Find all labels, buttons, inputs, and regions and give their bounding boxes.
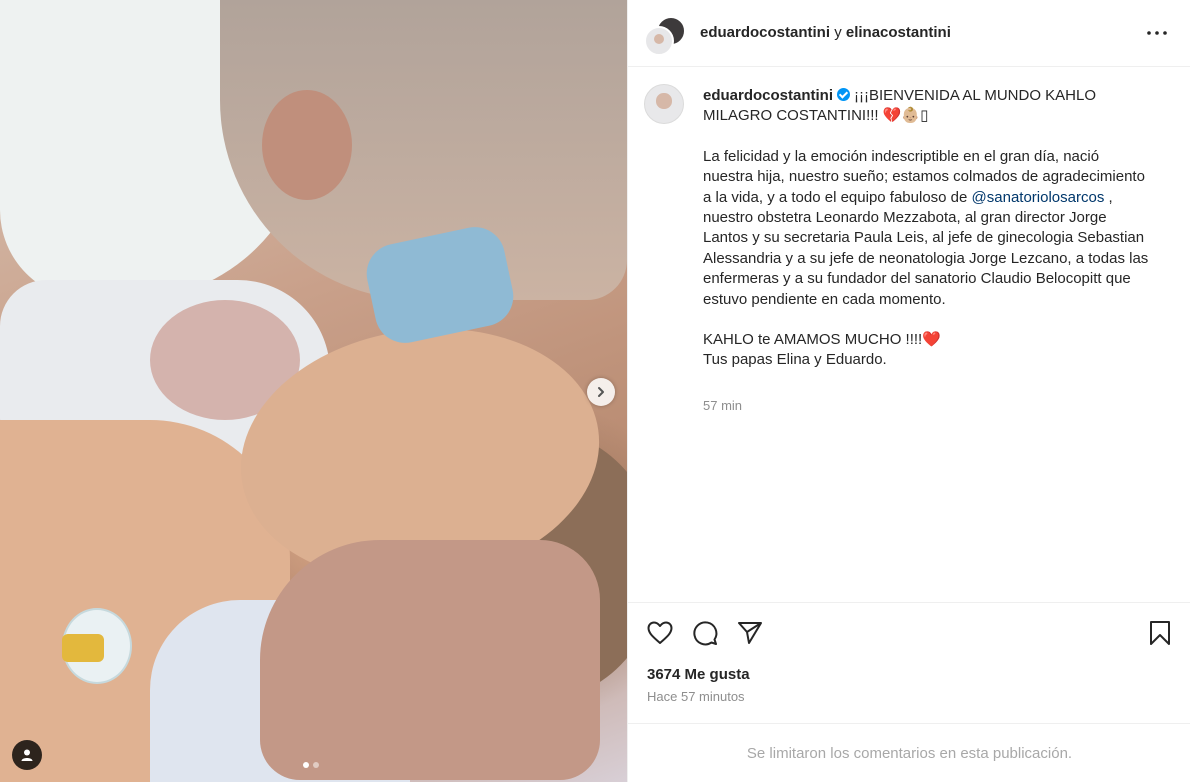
- caption-username-link[interactable]: eduardocostantini: [703, 87, 833, 104]
- carousel-dot: [313, 762, 319, 768]
- caption-body-after: , nuestro obstetra Leonardo Mezzabota, a…: [703, 188, 1149, 308]
- comments-footer: Se limitaron los comentarios en esta pub…: [628, 723, 1190, 783]
- caption-title-para: eduardocostantini ¡¡¡BIENVENIDA AL MUNDO …: [703, 86, 1153, 127]
- more-horizontal-icon: [1147, 31, 1167, 35]
- action-bar: [628, 602, 1190, 661]
- comments-disabled-text: Se limitaron los comentarios en esta pub…: [746, 745, 1073, 762]
- save-button[interactable]: [1146, 619, 1174, 647]
- comment-icon: [693, 621, 718, 646]
- next-slide-button[interactable]: [587, 378, 615, 406]
- carousel-dot-active: [303, 762, 309, 768]
- father-hand: [260, 540, 600, 780]
- avatar-eduardo[interactable]: [644, 26, 674, 56]
- caption-signoff-line1: KAHLO te AMAMOS MUCHO !!!!: [703, 331, 923, 349]
- user-tag-button[interactable]: [12, 740, 42, 770]
- post-panel: eduardocostantini y elinacostantini edua…: [627, 0, 1190, 782]
- caption-avatar[interactable]: [644, 84, 684, 124]
- mention-link[interactable]: @sanatoriolosarcos: [972, 189, 1105, 206]
- header-user1-link[interactable]: eduardocostantini: [700, 24, 830, 41]
- comment-button[interactable]: [691, 619, 719, 647]
- like-button[interactable]: [646, 619, 674, 647]
- father-ear: [262, 90, 352, 200]
- caption-signoff-para: KAHLO te AMAMOS MUCHO !!!!❤️ Tus papas El…: [703, 330, 1153, 371]
- heart-icon: [647, 621, 673, 644]
- collab-avatars[interactable]: [644, 16, 686, 56]
- ecg-clip: [62, 634, 104, 662]
- bookmark-icon: [1150, 621, 1170, 645]
- caption-body-para: La felicidad y la emoción indescriptible…: [703, 147, 1153, 310]
- likes-count[interactable]: 3674 Me gusta: [647, 666, 750, 683]
- share-button[interactable]: [736, 619, 764, 647]
- heart-emoji: ❤️: [922, 331, 941, 349]
- person-icon: [21, 749, 33, 761]
- post-header: eduardocostantini y elinacostantini: [628, 0, 1190, 67]
- verified-badge-icon: [837, 88, 851, 101]
- caption-signoff-line2: Tus papas Elina y Eduardo.: [703, 351, 887, 369]
- header-title: eduardocostantini y elinacostantini: [700, 24, 951, 41]
- post-timestamp[interactable]: Hace 57 minutos: [647, 689, 745, 704]
- send-icon: [738, 622, 762, 644]
- post-photo[interactable]: [0, 0, 627, 782]
- header-conj: y: [834, 24, 842, 41]
- caption-time[interactable]: 57 min: [703, 398, 742, 413]
- more-options-button[interactable]: [1145, 24, 1169, 42]
- chevron-right-icon: [598, 387, 604, 397]
- header-user2-link[interactable]: elinacostantini: [846, 24, 951, 41]
- caption-text: eduardocostantini ¡¡¡BIENVENIDA AL MUNDO …: [703, 86, 1153, 371]
- carousel-dots: [303, 762, 319, 768]
